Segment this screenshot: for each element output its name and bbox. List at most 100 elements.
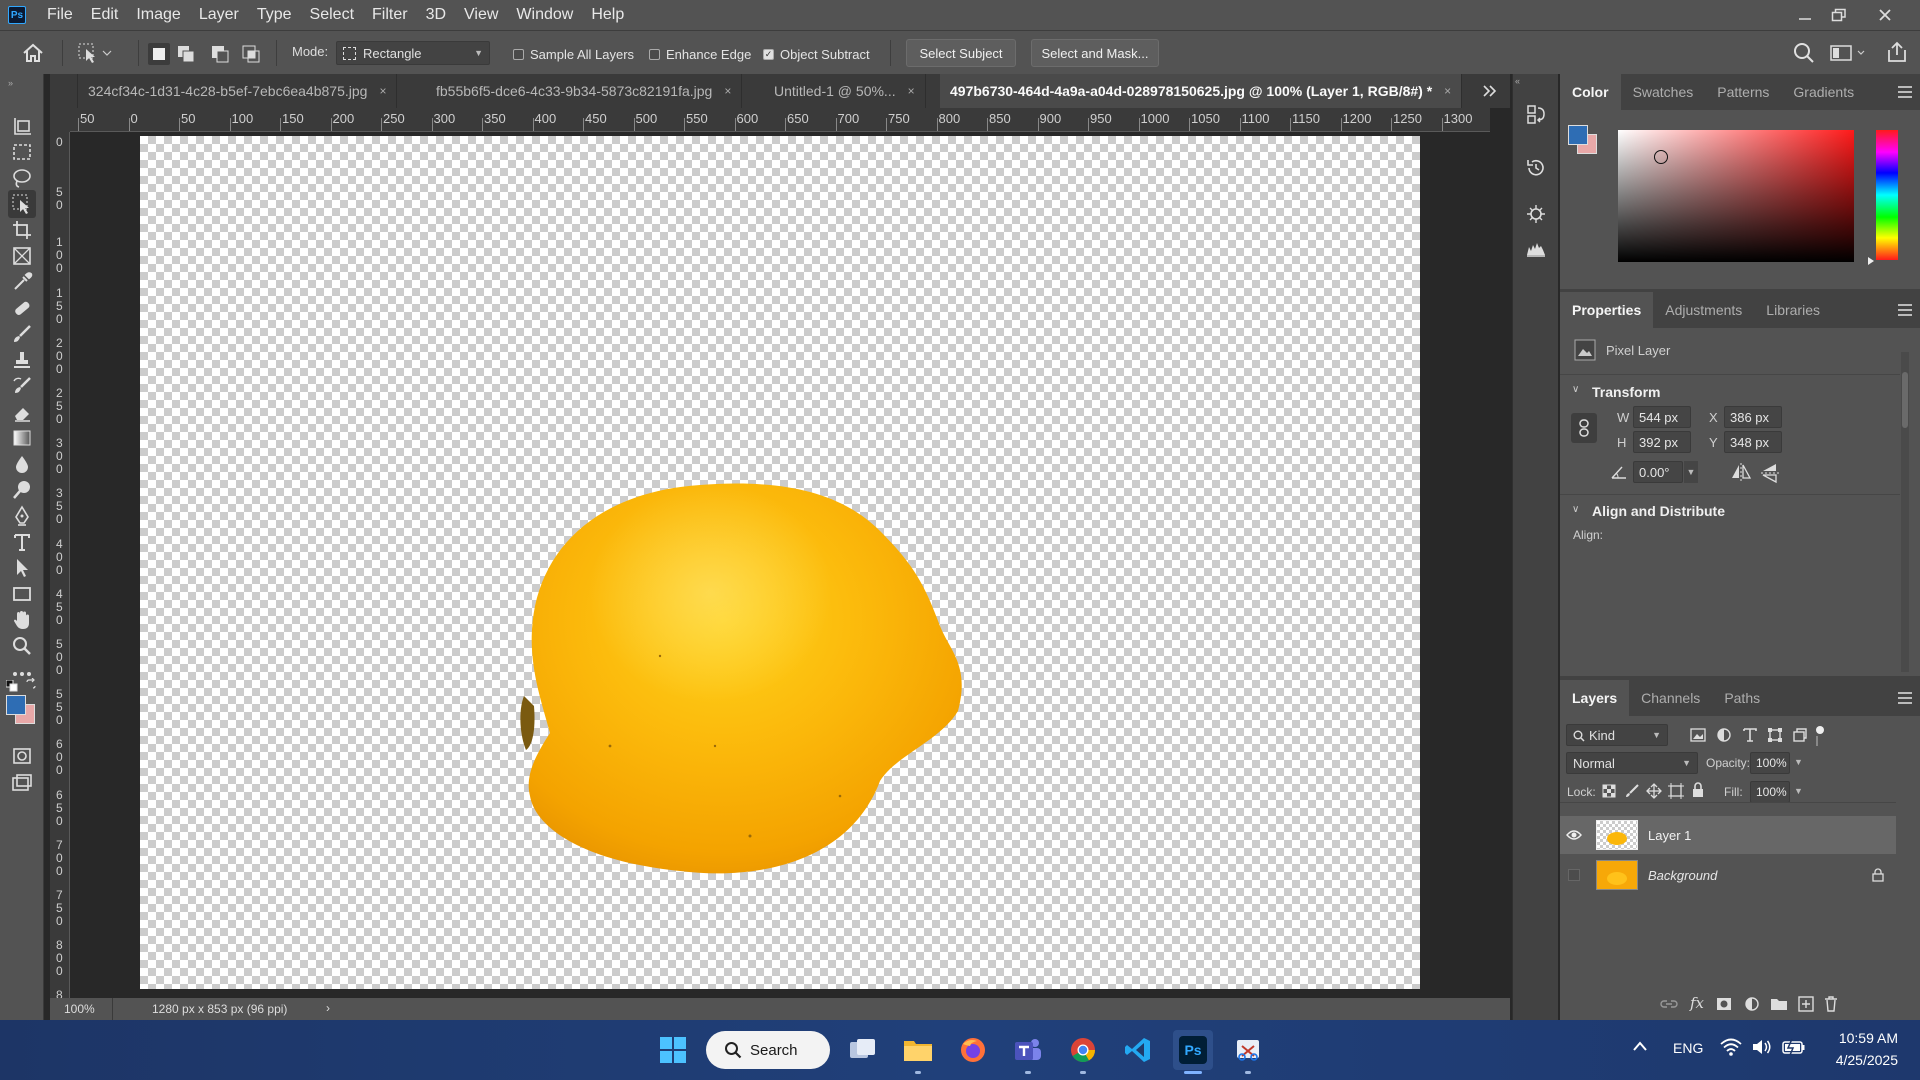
new-adjustment-layer-icon[interactable] [1744,996,1760,1012]
zoom-tool-icon[interactable] [8,632,36,660]
windows-start-icon[interactable] [653,1030,693,1070]
add-to-selection-icon[interactable] [175,43,197,65]
filter-pixel-icon[interactable] [1690,728,1706,742]
tab-color[interactable]: Color [1560,74,1621,110]
panel-menu-icon[interactable] [1898,86,1912,101]
photoshop-taskbar-icon[interactable]: Ps [1173,1030,1213,1074]
chevron-down-icon[interactable]: ▼ [1794,757,1803,767]
chevron-down-icon[interactable]: ∨ [1572,384,1579,395]
select-and-mask-button[interactable]: Select and Mask... [1031,39,1159,67]
tab-paths[interactable]: Paths [1712,680,1772,716]
gradient-tool-icon[interactable] [8,424,36,452]
link-layers-icon[interactable] [1660,996,1678,1012]
menu-edit[interactable]: Edit [82,0,128,30]
color-saturation-field[interactable] [1618,130,1854,262]
task-view-icon[interactable] [843,1030,883,1070]
ruler-origin[interactable] [50,108,70,132]
clone-stamp-tool-icon[interactable] [8,346,36,374]
subtract-from-selection-icon[interactable] [209,43,231,65]
new-layer-icon[interactable] [1798,996,1814,1012]
lasso-tool-icon[interactable] [8,164,36,192]
eyedropper-tool-icon[interactable] [8,268,36,296]
panel-menu-icon[interactable] [1898,692,1912,707]
chevron-down-icon[interactable]: ▼ [1684,461,1698,483]
tab-document-active[interactable]: 497b6730-464d-4a9a-a04d-028978150625.jpg… [940,74,1463,108]
battery-icon[interactable] [1782,1038,1806,1056]
x-position-field[interactable]: 386 px [1724,406,1782,428]
mode-dropdown[interactable]: Rectangle ▼ [336,41,490,65]
type-tool-icon[interactable] [8,528,36,556]
frame-tool-icon[interactable] [8,242,36,270]
history-states-icon[interactable] [1522,100,1550,128]
vertical-ruler[interactable]: 0 5 0 1 0 0 1 5 0 2 0 0 2 5 0 3 0 0 3 5 0 4 0 0 4… [50,132,70,1020]
share-icon[interactable] [1886,41,1908,63]
pen-tool-icon[interactable] [8,502,36,530]
tab-document-3[interactable]: Untitled-1 @ 50%... × [764,74,926,108]
document-canvas[interactable] [140,136,1420,989]
tabs-overflow-icon[interactable] [1482,83,1498,99]
tab-swatches[interactable]: Swatches [1621,74,1706,110]
clock-date[interactable]: 4/25/2025 [1823,1052,1898,1068]
new-selection-icon[interactable] [148,43,170,65]
collapse-arrows-icon[interactable]: « [1515,76,1520,86]
hue-slider[interactable] [1876,130,1898,260]
menu-filter[interactable]: Filter [363,0,417,30]
layer-name[interactable]: Layer 1 [1648,828,1691,843]
screen-mode-icon[interactable] [8,770,36,798]
document-info[interactable]: 1280 px x 853 px (96 ppi) [152,1002,287,1016]
menu-file[interactable]: File [38,0,82,30]
menu-view[interactable]: View [455,0,507,30]
wifi-icon[interactable] [1720,1038,1742,1056]
select-subject-button[interactable]: Select Subject [906,39,1016,67]
brush-tool-icon[interactable] [8,320,36,348]
filter-shape-icon[interactable] [1767,727,1783,743]
blur-tool-icon[interactable] [8,450,36,478]
transform-header[interactable]: Transform [1592,384,1660,400]
lock-image-pixels-icon[interactable] [1624,783,1640,799]
layer-name[interactable]: Background [1648,868,1717,883]
angle-field[interactable]: 0.00° [1633,461,1683,483]
history-brush-tool-icon[interactable] [8,372,36,400]
tab-gradients[interactable]: Gradients [1781,74,1866,110]
input-language[interactable]: ENG [1673,1040,1703,1056]
tab-adjustments[interactable]: Adjustments [1653,292,1754,328]
eraser-tool-icon[interactable] [8,398,36,426]
width-field[interactable]: 544 px [1633,406,1691,428]
tabs-overflow-left[interactable] [50,74,78,108]
collapse-arrows-icon[interactable]: » [8,78,13,88]
navigator-icon[interactable] [1522,200,1550,228]
new-group-icon[interactable] [1770,996,1788,1012]
foreground-color-swatch[interactable] [6,695,26,715]
link-icon[interactable] [1571,413,1597,443]
tab-channels[interactable]: Channels [1629,680,1712,716]
vscode-icon[interactable] [1118,1030,1158,1070]
path-selection-tool-icon[interactable] [8,554,36,582]
flip-vertical-icon[interactable] [1760,462,1780,484]
sample-all-layers-checkbox[interactable]: Sample All Layers [513,47,634,62]
eye-icon[interactable] [1560,829,1588,841]
close-tab-icon[interactable]: × [1444,84,1451,98]
taskbar-search-box[interactable]: Search [706,1031,830,1069]
filter-type-icon[interactable] [1742,727,1758,743]
file-explorer-icon[interactable] [898,1030,938,1074]
rectangle-tool-icon[interactable] [8,580,36,608]
properties-scrollbar[interactable] [1901,352,1909,672]
restore-button[interactable] [1816,0,1862,30]
chrome-icon[interactable] [1063,1030,1103,1074]
hue-slider-handle-icon[interactable] [1868,257,1874,265]
object-subtract-checkbox[interactable]: ✓ Object Subtract [763,47,870,62]
canvas-area[interactable] [70,132,1490,998]
tab-layers[interactable]: Layers [1560,680,1630,716]
layer-row-background[interactable]: Background [1560,856,1896,894]
menu-3d[interactable]: 3D [417,0,455,30]
chevron-down-icon[interactable]: ∨ [1572,504,1579,515]
layer-row-layer-1[interactable]: Layer 1 [1560,816,1896,854]
crop-tool-icon[interactable] [8,216,36,244]
status-menu-arrow-icon[interactable]: › [326,1001,330,1015]
hand-tool-icon[interactable] [8,606,36,634]
history-icon[interactable] [1522,154,1550,182]
menu-help[interactable]: Help [582,0,633,30]
close-tab-icon[interactable]: × [908,84,915,98]
default-colors-icon[interactable] [6,680,18,692]
tab-libraries[interactable]: Libraries [1754,292,1832,328]
